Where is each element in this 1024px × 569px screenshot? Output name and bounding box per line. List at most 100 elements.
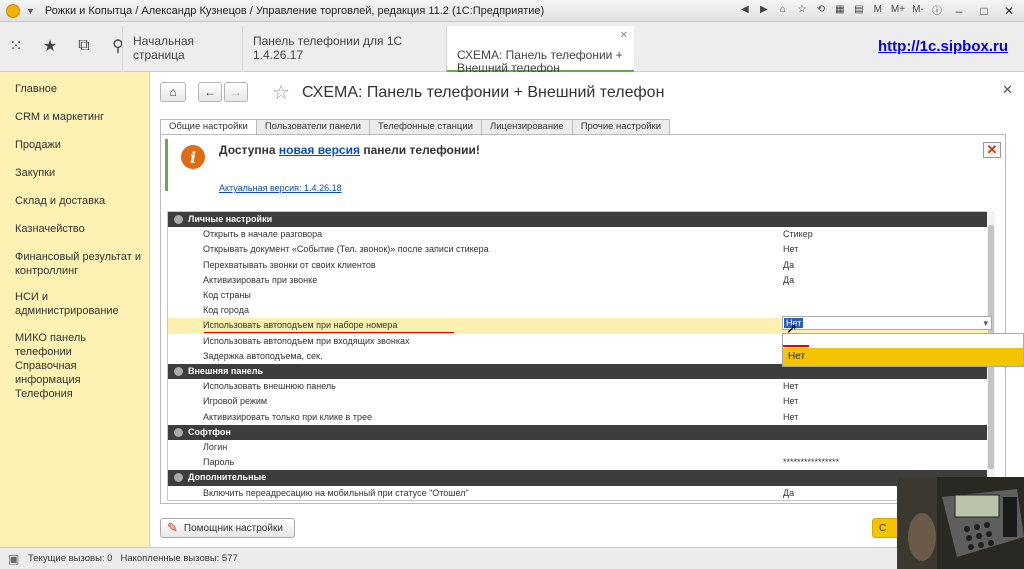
sidebar-item-purchases[interactable]: Закупки bbox=[15, 166, 145, 180]
collapse-icon[interactable] bbox=[174, 215, 183, 224]
sidebar: Главное CRM и маркетинг Продажи Закупки … bbox=[0, 72, 150, 547]
table-row[interactable]: Использовать внешнюю панель Нет bbox=[168, 379, 994, 394]
star-icon[interactable]: ☆ bbox=[794, 2, 810, 18]
m-button[interactable]: M bbox=[870, 2, 886, 18]
new-version-link[interactable]: новая версия bbox=[279, 143, 360, 157]
table-row[interactable]: Код страны bbox=[168, 288, 994, 303]
maximize-button[interactable]: □ bbox=[973, 2, 995, 20]
red-mark-annotation bbox=[783, 345, 809, 347]
collapse-icon[interactable] bbox=[174, 367, 183, 376]
sidebar-item-finance[interactable]: Финансовый результат и контроллинг bbox=[15, 250, 145, 278]
param-value[interactable]: Да bbox=[783, 275, 794, 285]
param-name: Логин bbox=[203, 442, 228, 452]
sidebar-item-reference[interactable]: Справочная информация bbox=[15, 359, 145, 387]
table-row[interactable]: Активизировать при звонке Да bbox=[168, 273, 994, 288]
minimize-button[interactable]: – bbox=[948, 2, 970, 20]
param-name: Активизировать только при клике в трее bbox=[203, 411, 372, 422]
table-row[interactable]: Активизировать только при клике в трее Не… bbox=[168, 410, 994, 425]
collapse-icon[interactable] bbox=[174, 473, 183, 483]
notice-message: Доступна новая версия панели телефонии! bbox=[219, 143, 480, 157]
m-minus-button[interactable]: M- bbox=[910, 2, 926, 18]
forward-button[interactable]: → bbox=[224, 82, 248, 102]
sidebar-item-telephony[interactable]: Телефония bbox=[15, 387, 145, 401]
info-icon[interactable]: ⓘ bbox=[929, 2, 945, 18]
param-value[interactable]: Нет bbox=[783, 396, 798, 406]
site-link[interactable]: http://1c.sipbox.ru bbox=[878, 38, 1008, 55]
param-value[interactable]: Да bbox=[783, 488, 794, 498]
param-value[interactable]: Нет bbox=[783, 381, 798, 391]
back-button[interactable]: ← bbox=[198, 82, 222, 102]
tab-phone-stations[interactable]: Телефонные станции bbox=[368, 119, 482, 134]
table-row[interactable]: Логин bbox=[168, 440, 994, 455]
calendar-icon[interactable]: ▤ bbox=[851, 2, 867, 18]
table-row[interactable]: Пароль **************** bbox=[168, 455, 994, 470]
tab-schema[interactable]: СХЕМА: Панель телефонии + Внешний телефо… bbox=[446, 26, 634, 75]
section-softphone[interactable]: Софтфон bbox=[168, 424, 994, 440]
table-row[interactable]: Открыть в начале разговора Стикер bbox=[168, 227, 994, 242]
close-window-button[interactable]: ✕ bbox=[998, 2, 1020, 20]
sidebar-item-treasury[interactable]: Казначейство bbox=[15, 222, 145, 236]
tab-label: СХЕМА: Панель телефонии + Внешний телефо… bbox=[457, 48, 623, 75]
close-notice-icon[interactable]: ✕ bbox=[983, 142, 1001, 158]
forward-icon[interactable]: ▶ bbox=[756, 2, 772, 18]
total-calls: Накопленные вызовы: 577 bbox=[120, 553, 238, 564]
chevron-down-icon[interactable]: ▾ bbox=[983, 318, 988, 329]
current-version-link[interactable]: Актуальная версия: 1.4.26.18 bbox=[219, 183, 342, 193]
section-personal[interactable]: Личные настройки bbox=[168, 212, 994, 228]
dropdown-option[interactable]: Нет bbox=[783, 348, 1023, 366]
param-value[interactable]: Нет bbox=[783, 244, 798, 254]
tab-home[interactable]: Начальная страница bbox=[122, 26, 242, 72]
tab-other-settings[interactable]: Прочие настройки bbox=[571, 119, 671, 134]
favorite-star-icon[interactable]: ☆ bbox=[272, 80, 290, 105]
autoanswer-select[interactable]: Нет ▾ bbox=[782, 316, 992, 330]
main-content: ⌂ ← → ☆ СХЕМА: Панель телефонии + Внешни… bbox=[150, 72, 1024, 547]
param-name: Использовать внешнюю панель bbox=[203, 381, 336, 392]
sidebar-item-main[interactable]: Главное bbox=[15, 82, 145, 96]
webcam-overlay bbox=[897, 477, 1024, 569]
close-form-icon[interactable]: ✕ bbox=[1002, 82, 1013, 98]
setup-helper-button[interactable]: ✎ Помощник настройки bbox=[160, 518, 295, 538]
section-extra[interactable]: Дополнительные bbox=[168, 470, 994, 486]
calc-icon[interactable]: ▦ bbox=[832, 2, 848, 18]
home-button[interactable]: ⌂ bbox=[160, 82, 186, 102]
home-icon[interactable]: ⌂ bbox=[775, 2, 791, 18]
favorites-star-icon[interactable]: ★ bbox=[40, 36, 60, 56]
param-name: Пароль bbox=[203, 457, 235, 468]
table-row[interactable]: Перехватывать звонки от своих клиентов Да bbox=[168, 258, 994, 273]
desk-phone-icon bbox=[897, 477, 1024, 569]
back-icon[interactable]: ◀ bbox=[737, 2, 753, 18]
history-icon[interactable]: ⟲ bbox=[813, 2, 829, 18]
info-icon: i bbox=[181, 145, 205, 169]
update-notice: i Доступна новая версия панели телефонии… bbox=[163, 137, 1003, 195]
tab-licensing[interactable]: Лицензирование bbox=[480, 119, 573, 134]
param-name: Использовать автоподъем при входящих зво… bbox=[203, 335, 410, 346]
window-titlebar: ▼ Рожки и Копытца / Александр Кузнецов /… bbox=[0, 0, 1024, 22]
app-logo-icon bbox=[6, 3, 20, 18]
table-row[interactable]: Игровой режим Нет bbox=[168, 394, 994, 409]
table-row[interactable]: Открывать документ «Событие (Тел. звонок… bbox=[168, 242, 994, 257]
sidebar-item-sales[interactable]: Продажи bbox=[15, 138, 145, 152]
tab-close-icon[interactable]: ✕ bbox=[620, 29, 628, 42]
tab-panel-users[interactable]: Пользователи панели bbox=[255, 119, 370, 134]
main-menu-icon[interactable]: ▼ bbox=[26, 6, 35, 16]
param-value[interactable]: Да bbox=[783, 260, 794, 270]
sidebar-item-admin[interactable]: НСИ и администрирование bbox=[15, 290, 145, 318]
param-name: Задержка автоподъема, сек. bbox=[203, 350, 323, 361]
m-plus-button[interactable]: M+ bbox=[889, 2, 907, 18]
sidebar-item-crm[interactable]: CRM и маркетинг bbox=[15, 110, 145, 124]
param-value[interactable]: **************** bbox=[783, 457, 839, 467]
history-icon[interactable]: ⧉ bbox=[74, 36, 94, 56]
sidebar-item-miko[interactable]: МИКО панель телефонии bbox=[15, 331, 145, 359]
param-value[interactable]: Нет bbox=[783, 412, 798, 422]
section-toolbar: ⁙ ★ ⧉ ⚲ Начальная страница Панель телефо… bbox=[0, 22, 1024, 75]
window-title: Рожки и Копытца / Александр Кузнецов / У… bbox=[44, 4, 545, 17]
sidebar-item-warehouse[interactable]: Склад и доставка bbox=[15, 194, 145, 208]
apps-grid-icon[interactable]: ⁙ bbox=[6, 36, 26, 56]
table-row[interactable]: Включить переадресацию на мобильный при … bbox=[168, 486, 994, 501]
tab-label: Начальная страница bbox=[133, 34, 195, 62]
tab-general-settings[interactable]: Общие настройки bbox=[160, 119, 257, 135]
form-tabs: Общие настройки Пользователи панели Теле… bbox=[160, 119, 671, 135]
tab-telephony-panel[interactable]: Панель телефонии для 1С 1.4.26.17 bbox=[242, 26, 442, 72]
param-value[interactable]: Стикер bbox=[783, 229, 813, 239]
collapse-icon[interactable] bbox=[174, 427, 183, 437]
